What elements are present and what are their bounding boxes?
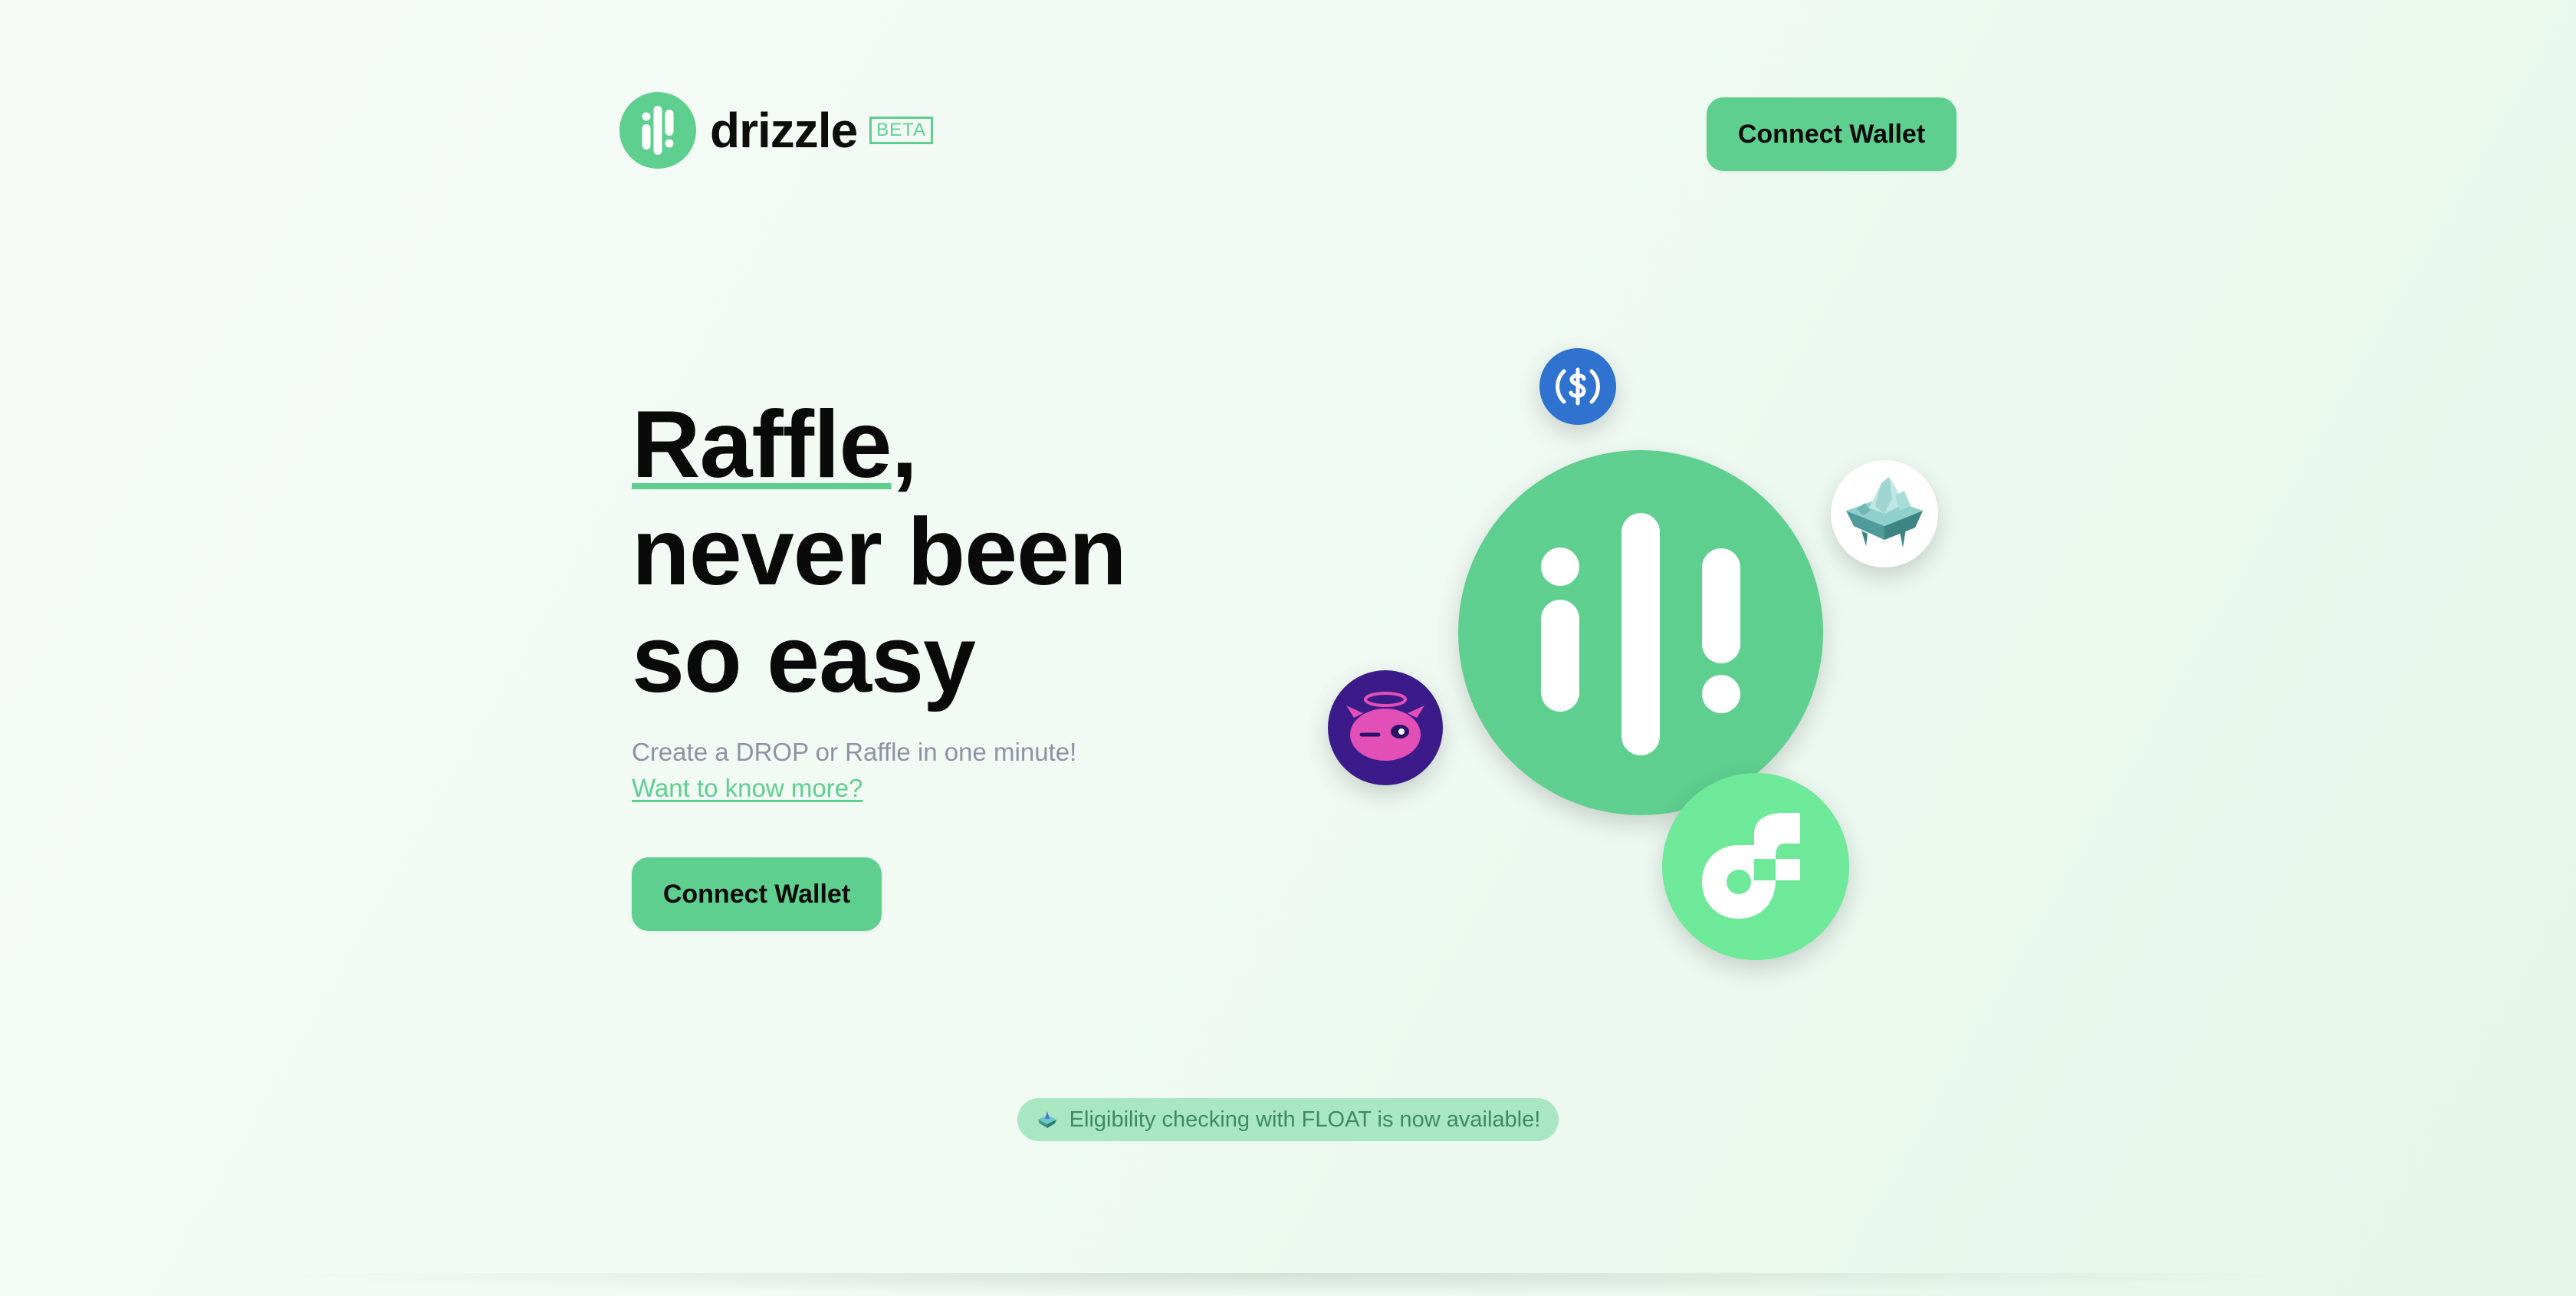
- headline-highlight-word: Raffle: [632, 392, 892, 498]
- beta-badge: BETA: [869, 117, 934, 144]
- learn-more-link[interactable]: Want to know more?: [632, 774, 863, 803]
- float-icon: [1037, 1111, 1056, 1128]
- bottom-edge-shadow: [245, 1273, 2315, 1296]
- brand-logo[interactable]: drizzle BETA: [619, 92, 934, 169]
- header-connect-wallet-button[interactable]: Connect Wallet: [1707, 97, 1957, 171]
- flow-logo-icon: [1662, 773, 1849, 960]
- drizzle-hero-icon: [1458, 450, 1823, 815]
- float-announcement-banner[interactable]: Eligibility checking with FLOAT is now a…: [1017, 1098, 1559, 1141]
- hero-subtitle: Create a DROP or Raffle in one minute!: [632, 738, 1077, 766]
- brand-name: drizzle: [710, 103, 858, 158]
- purple-mascot-icon: [1328, 670, 1443, 785]
- headline-line-2: never been: [632, 499, 1127, 605]
- headline-comma: ,: [891, 392, 918, 498]
- floating-island-icon: [1831, 460, 1938, 567]
- hero-headline: Raffle, never been so easy: [632, 391, 1127, 713]
- banner-text: Eligibility checking with FLOAT is now a…: [1069, 1107, 1541, 1132]
- headline-line-3: so easy: [632, 607, 976, 712]
- drizzle-logo-icon: [619, 92, 696, 169]
- usdc-coin-icon: [1539, 348, 1616, 425]
- landing-page: drizzle BETA Connect Wallet Raffle, neve…: [0, 0, 2576, 1296]
- hero-connect-wallet-button[interactable]: Connect Wallet: [632, 857, 882, 931]
